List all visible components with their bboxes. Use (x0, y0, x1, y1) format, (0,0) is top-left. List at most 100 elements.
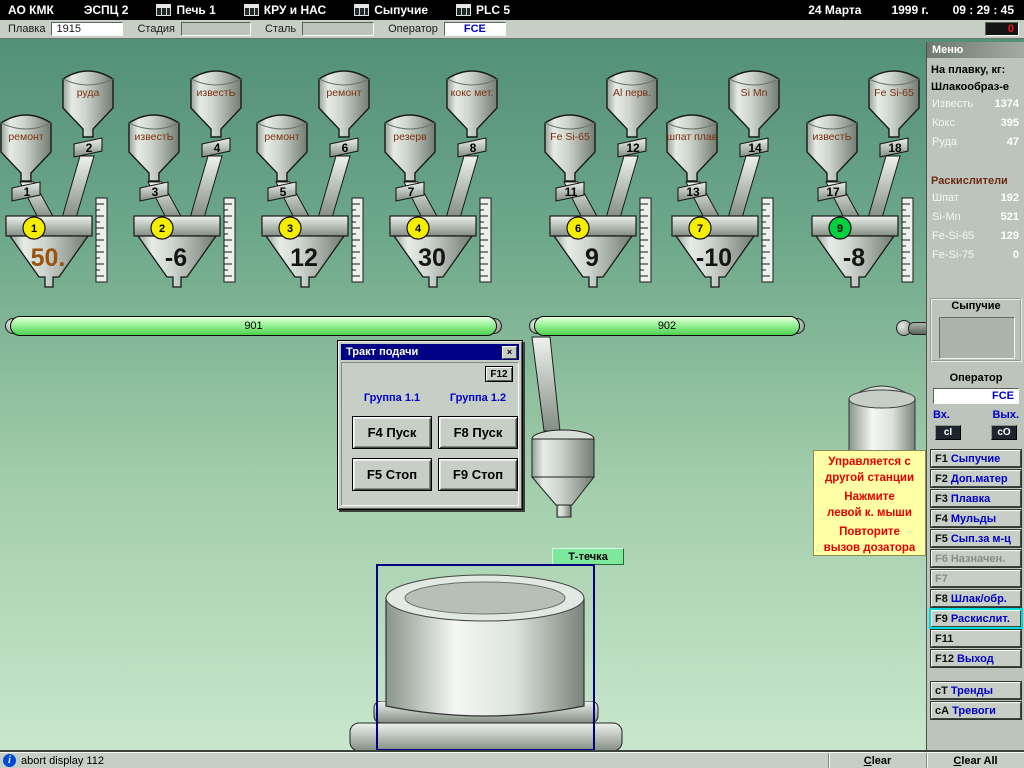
hopper-icon[interactable] (0, 114, 52, 182)
f9-stop-button[interactable]: F9 Стоп (438, 458, 518, 491)
fkey-label: Тренды (950, 684, 994, 697)
conveyor-902[interactable]: 902 (529, 316, 805, 336)
logout-label: Вых. (992, 409, 1019, 421)
hopper-icon[interactable] (666, 114, 718, 182)
hotkey-ca-alarms[interactable]: cA Тревоги (931, 702, 1021, 719)
hopper-icon[interactable] (190, 70, 242, 138)
hotkey-ct-trends[interactable]: cT Тренды (931, 682, 1021, 699)
material-label: Fe-Si-65 (932, 230, 975, 242)
fkey-key: F7 (935, 572, 948, 585)
hopper-icon[interactable] (384, 114, 436, 182)
conveyor-belt[interactable]: 902 (534, 316, 800, 336)
clear-button[interactable]: Clear (828, 753, 926, 768)
window-label: КРУ и НАС (263, 3, 327, 17)
hopper-icon[interactable] (62, 70, 114, 138)
scada-screen: АО КМК ЭСПЦ 2 Печь 1 КРУ и НАС Сыпучие P… (0, 0, 1024, 768)
ladle-vessel[interactable] (379, 568, 592, 728)
fkey-f3-melt[interactable]: F3 Плавка (931, 490, 1021, 507)
hopper-icon[interactable] (868, 70, 920, 138)
hopper-icon[interactable] (544, 114, 596, 182)
charge-row: Fe-Si-65 129 (927, 230, 1024, 249)
fkey-f11[interactable]: F11 (931, 630, 1021, 647)
dosing-station-2[interactable]: известЬ известЬ 4 3 2 -6 (128, 66, 258, 301)
hopper-icon[interactable] (806, 114, 858, 182)
hopper-icon[interactable] (128, 114, 180, 182)
window-item-furnace[interactable]: Печь 1 (156, 3, 216, 17)
f4-start-button[interactable]: F4 Пуск (352, 416, 432, 449)
dosing-station-5[interactable]: Al перв. Fe Si-65 12 11 6 9 (544, 66, 674, 301)
f5-stop-button[interactable]: F5 Стоп (352, 458, 432, 491)
hopper-icon[interactable] (728, 70, 780, 138)
title-bar: АО КМК ЭСПЦ 2 Печь 1 КРУ и НАС Сыпучие P… (0, 0, 1024, 20)
hopper-number: 11 (565, 185, 578, 199)
login-key-button[interactable]: cI (935, 425, 961, 440)
clear-all-button[interactable]: Clear All (926, 753, 1024, 768)
dosing-station-1[interactable]: руда ремонт 2 1 1 50. (0, 66, 130, 301)
window-item-kru[interactable]: КРУ и НАС (243, 3, 327, 17)
stage-label: Стадия (137, 23, 175, 35)
hopper-icon[interactable] (446, 70, 498, 138)
company-name: АО КМК (8, 3, 54, 17)
bulk-title: Сыпучие (951, 300, 1001, 312)
stage-field (180, 22, 251, 36)
hopper-number: 13 (686, 185, 700, 199)
material-value: 129 (1000, 230, 1019, 242)
window-item-plc[interactable]: PLC 5 (456, 3, 510, 17)
charge-row: Шпат 192 (927, 192, 1024, 211)
dosing-station-6[interactable]: Si Mn шпат плав 14 13 7 -10 (666, 66, 796, 301)
clock: 09 : 29 : 45 (952, 3, 1014, 17)
fkey-key: F2 (935, 472, 948, 485)
material-label: Кокс (932, 117, 955, 129)
fkey-f6-assignments: F6 Назначен. (931, 550, 1021, 567)
material-value: 395 (1000, 117, 1019, 129)
group-1-2-label: Группа 1.2 (449, 392, 507, 404)
f8-start-button[interactable]: F8 Пуск (438, 416, 518, 449)
dosing-station-7[interactable]: Fe Si-65 известЬ 18 17 9 -8 (806, 66, 936, 301)
fkey-label: Плавка (950, 492, 991, 505)
fkey-key: F4 (935, 512, 948, 525)
charge-row: Si-Mn 521 (927, 211, 1024, 230)
fkey-f9-deoxidizers[interactable]: F9 Раскислит. (929, 608, 1023, 629)
hopper-number: 17 (826, 185, 840, 199)
weight-value: -6 (165, 244, 187, 272)
dialog-titlebar[interactable]: Тракт подачи × (341, 344, 519, 360)
hopper-material-label: кокс мет. (451, 87, 494, 99)
fkey-key: cA (935, 704, 950, 717)
conveyor-901[interactable]: 901 (5, 316, 502, 336)
fkey-f12-exit[interactable]: F12 Выход (931, 650, 1021, 667)
dosing-station-4[interactable]: кокс мет. резерв 8 7 4 30 (384, 66, 514, 301)
fkey-key: F12 (935, 652, 954, 665)
window-item-bulk[interactable]: Сыпучие (354, 3, 428, 17)
fkey-label: Сыпучие (950, 452, 1001, 465)
hopper-number: 3 (152, 185, 159, 199)
hopper-icon[interactable] (606, 70, 658, 138)
conveyor-belt[interactable]: 901 (10, 316, 497, 336)
material-value: 47 (1006, 136, 1019, 148)
fkey-f4-molds[interactable]: F4 Мульды (931, 510, 1021, 527)
hopper-material-label: Si Mn (741, 87, 768, 99)
hopper-number: 4 (214, 141, 221, 155)
fkey-f1-bulk[interactable]: F1 Сыпучие (931, 450, 1021, 467)
hopper-material-label: резерв (393, 131, 427, 143)
hopper-material-label: шпат плав (667, 131, 718, 143)
operator-id-field[interactable]: FCE (933, 388, 1019, 404)
hopper-icon[interactable] (256, 114, 308, 182)
fkey-f2-additional-materials[interactable]: F2 Доп.матер (931, 470, 1021, 487)
material-label: Шпат (932, 192, 959, 204)
fkey-key: F5 (935, 532, 948, 545)
dialog-title-text: Тракт подачи (346, 346, 419, 358)
menu-titlebar: Меню (927, 42, 1024, 58)
hopper-icon[interactable] (318, 70, 370, 138)
dosing-station-3[interactable]: ремонт ремонт 6 5 3 12 (256, 66, 386, 301)
close-icon[interactable]: × (502, 345, 517, 359)
fkey-f5-bulk-monthly[interactable]: F5 Сып.за м-ц (931, 530, 1021, 547)
ladle-selection-box[interactable] (376, 564, 595, 751)
fkey-f8-slag[interactable]: F8 Шлак/обр. (931, 590, 1021, 607)
hopper-number: 1 (24, 185, 31, 199)
weight-value: 12 (290, 244, 318, 272)
f12-button[interactable]: F12 (485, 366, 513, 382)
info-icon: i (3, 754, 16, 767)
feed-tract-dialog[interactable]: Тракт подачи × F12 Группа 1.1 Группа 1.2… (337, 340, 523, 510)
logout-key-button[interactable]: cO (991, 425, 1017, 440)
hopper-material-label: руда (77, 87, 100, 99)
